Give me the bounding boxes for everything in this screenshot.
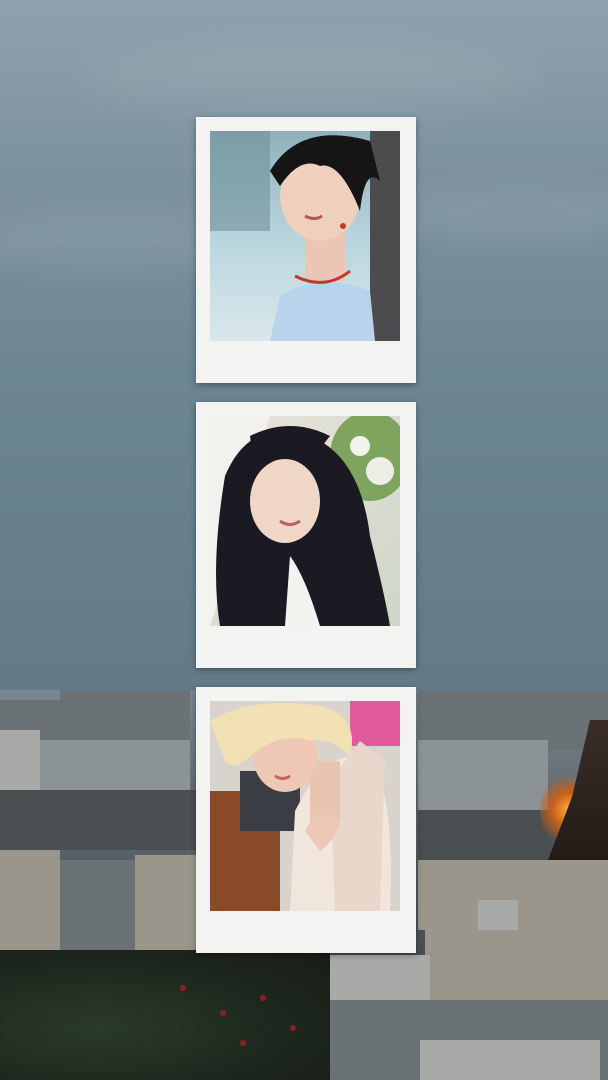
building: [135, 855, 197, 950]
portrait-photo-3-image: [210, 701, 400, 911]
polaroid-frame-2: [196, 402, 416, 668]
building: [0, 790, 200, 850]
flower: [180, 985, 186, 991]
trees: [0, 950, 330, 1080]
portrait-photo-1: [210, 131, 400, 341]
cloud: [80, 40, 540, 110]
building: [420, 1040, 600, 1080]
portrait-photo-3: [210, 701, 400, 911]
flower: [240, 1040, 246, 1046]
building: [330, 955, 430, 1005]
portrait-photo-1-image: [210, 131, 400, 341]
flower: [290, 1025, 296, 1031]
building: [418, 740, 548, 810]
building: [0, 730, 40, 790]
building: [60, 690, 190, 740]
polaroid-frame-1: [196, 117, 416, 383]
flower: [220, 1010, 226, 1016]
polaroid-frame-3: [196, 687, 416, 953]
portrait-photo-2: [210, 416, 400, 626]
flower: [260, 995, 266, 1001]
portrait-photo-2-image: [210, 416, 400, 626]
